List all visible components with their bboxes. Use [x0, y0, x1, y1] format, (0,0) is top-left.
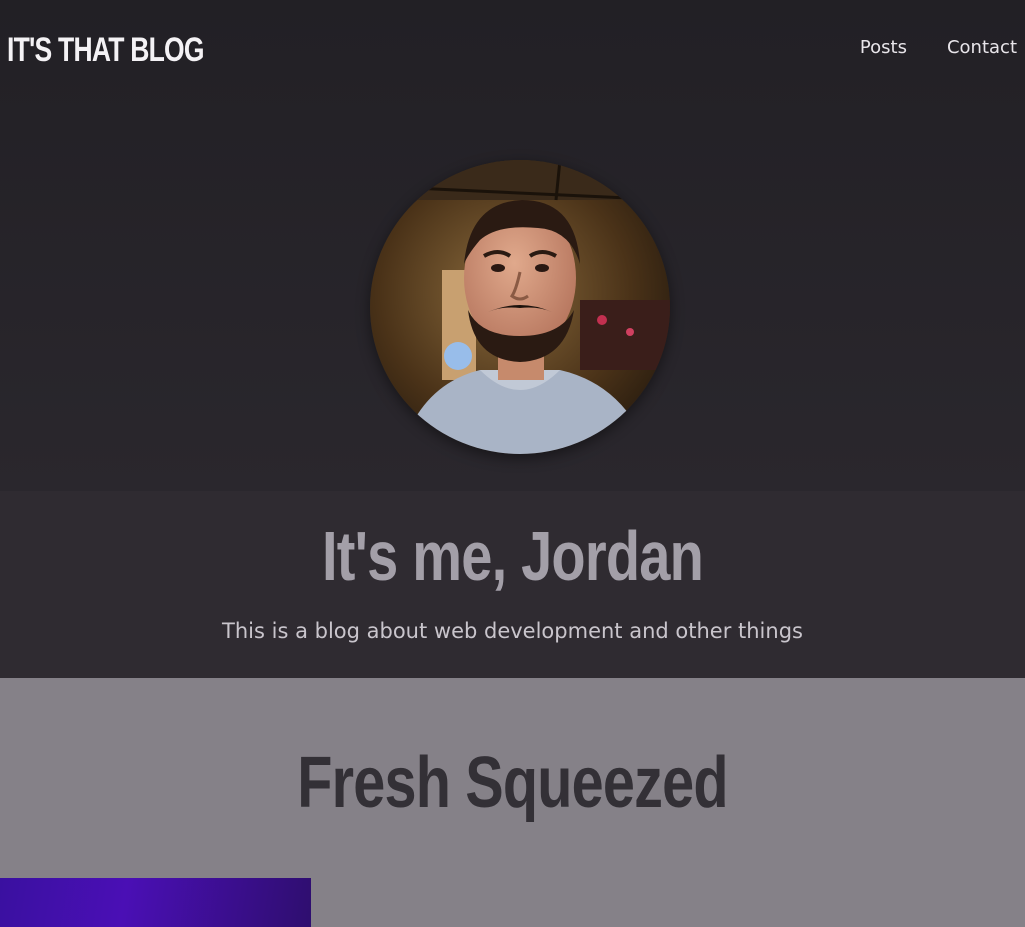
- page: IT'S THAT BLOG Posts Contact It's me, Jo…: [0, 0, 1025, 927]
- hero-header: IT'S THAT BLOG Posts Contact: [0, 0, 1025, 491]
- intro-section: It's me, Jordan This is a blog about web…: [0, 491, 1025, 678]
- posts-section: Fresh Squeezed: [0, 678, 1025, 927]
- intro-title: It's me, Jordan: [322, 517, 704, 595]
- post-card[interactable]: [0, 878, 311, 927]
- intro-subtitle: This is a blog about web development and…: [222, 619, 803, 643]
- nav-link-contact[interactable]: Contact: [947, 36, 1017, 60]
- main-nav: Posts Contact: [860, 36, 1017, 60]
- nav-link-posts[interactable]: Posts: [860, 36, 907, 60]
- section-title: Fresh Squeezed: [297, 743, 728, 823]
- site-logo[interactable]: IT'S THAT BLOG: [7, 30, 205, 70]
- avatar-photo: [370, 160, 670, 454]
- avatar: [370, 160, 670, 454]
